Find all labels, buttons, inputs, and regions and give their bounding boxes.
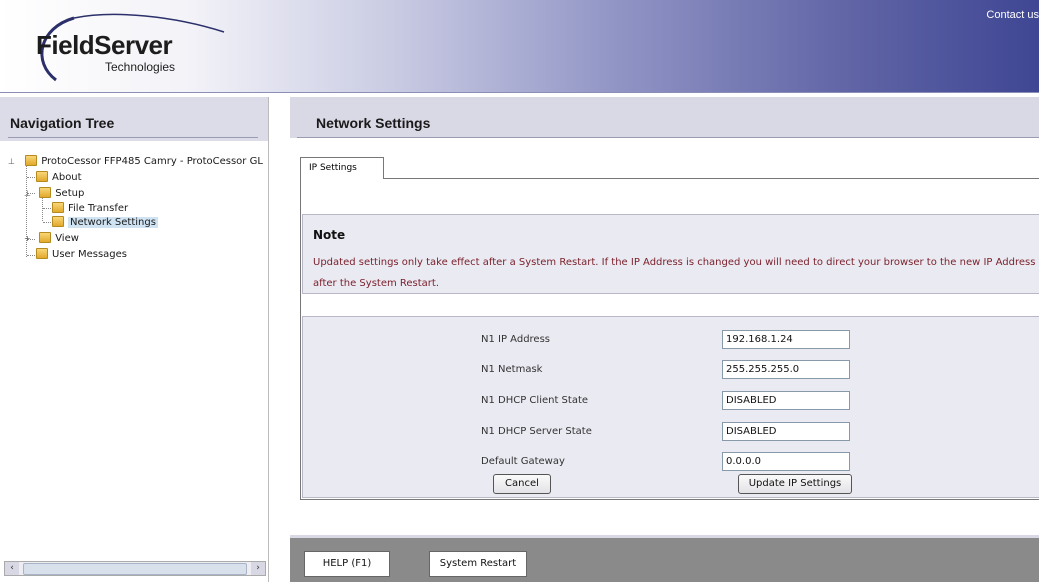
default-gateway-label: Default Gateway bbox=[481, 456, 565, 467]
folder-icon bbox=[36, 248, 48, 259]
netmask-label: N1 Netmask bbox=[481, 364, 543, 375]
tree-connector bbox=[27, 255, 35, 256]
main-panel: Network Settings IP Settings Note Update… bbox=[290, 97, 1039, 582]
folder-icon bbox=[25, 155, 38, 166]
cancel-button[interactable]: Cancel bbox=[493, 474, 551, 494]
app-header: FieldServer Technologies Contact us bbox=[0, 0, 1039, 93]
contact-us-link[interactable]: Contact us bbox=[986, 9, 1039, 21]
collapse-icon[interactable]: ⊥ bbox=[24, 187, 31, 201]
tree-item-label: User Messages bbox=[52, 249, 128, 260]
folder-icon bbox=[36, 171, 48, 182]
nav-divider bbox=[8, 137, 258, 138]
tree-item-label: Network Settings bbox=[68, 217, 158, 228]
tree-item-root[interactable]: ⊥ ProtoCessor FFP485 Camry - ProtoCessor… bbox=[8, 155, 263, 169]
tree-item-label: File Transfer bbox=[68, 203, 129, 214]
tree-connector bbox=[43, 208, 51, 209]
folder-icon bbox=[52, 202, 64, 213]
horizontal-scrollbar[interactable]: ‹ › bbox=[4, 561, 266, 576]
note-title: Note bbox=[313, 228, 346, 242]
note-text-line: after the System Restart. bbox=[313, 278, 440, 289]
tree-item-setup[interactable]: ⊥ Setup bbox=[24, 187, 84, 201]
tree-item-network-settings[interactable]: Network Settings bbox=[52, 216, 158, 230]
scroll-left-icon[interactable]: ‹ bbox=[5, 562, 19, 575]
tree-item-label: View bbox=[55, 233, 79, 244]
tree-connector bbox=[27, 177, 35, 178]
tree-item-view[interactable]: + View bbox=[24, 232, 79, 246]
tree-item-user-messages[interactable]: User Messages bbox=[36, 248, 127, 262]
ip-address-label: N1 IP Address bbox=[481, 334, 551, 345]
page-title: Network Settings bbox=[316, 115, 431, 131]
logo-name: FieldServer bbox=[36, 30, 173, 60]
navigation-panel: Navigation Tree ⊥ ProtoCessor FFP485 Cam… bbox=[0, 97, 269, 582]
ip-address-input[interactable] bbox=[722, 330, 850, 349]
logo-subtitle: Technologies bbox=[105, 60, 176, 74]
tree-item-label: ProtoCessor FFP485 Camry - ProtoCessor G… bbox=[41, 156, 263, 167]
ip-settings-form: N1 IP Address N1 Netmask N1 DHCP Client … bbox=[302, 316, 1039, 498]
dhcp-client-state-label: N1 DHCP Client State bbox=[481, 395, 589, 406]
tree-connector bbox=[43, 222, 51, 223]
folder-icon bbox=[39, 232, 52, 243]
folder-icon bbox=[52, 216, 64, 227]
tree-item-about[interactable]: About bbox=[36, 171, 82, 185]
default-gateway-input[interactable] bbox=[722, 452, 850, 471]
scrollbar-thumb[interactable] bbox=[23, 563, 247, 575]
note-text-line: Updated settings only take effect after … bbox=[313, 257, 1036, 268]
footer-bar: HELP (F1) System Restart bbox=[290, 538, 1039, 582]
nav-header: Navigation Tree bbox=[0, 97, 268, 141]
folder-icon bbox=[39, 187, 52, 198]
system-restart-button[interactable]: System Restart bbox=[429, 551, 527, 577]
scroll-right-icon[interactable]: › bbox=[251, 562, 265, 575]
tab-ip-settings[interactable]: IP Settings bbox=[300, 157, 384, 179]
note-text: Updated settings only take effect after … bbox=[313, 252, 1039, 294]
dhcp-server-state-label: N1 DHCP Server State bbox=[481, 426, 592, 437]
tree-item-label: Setup bbox=[55, 188, 85, 199]
note-box: Note Updated settings only take effect a… bbox=[302, 214, 1039, 294]
dhcp-server-state-input[interactable] bbox=[722, 422, 850, 441]
dhcp-client-state-input[interactable] bbox=[722, 391, 850, 410]
nav-title: Navigation Tree bbox=[10, 115, 115, 131]
netmask-input[interactable] bbox=[722, 360, 850, 379]
collapse-icon[interactable]: ⊥ bbox=[8, 155, 15, 169]
tree-item-label: About bbox=[52, 172, 82, 183]
expand-icon[interactable]: + bbox=[24, 232, 31, 246]
update-ip-settings-button[interactable]: Update IP Settings bbox=[738, 474, 852, 494]
help-button[interactable]: HELP (F1) bbox=[304, 551, 390, 577]
tree-item-file-transfer[interactable]: File Transfer bbox=[52, 202, 128, 216]
